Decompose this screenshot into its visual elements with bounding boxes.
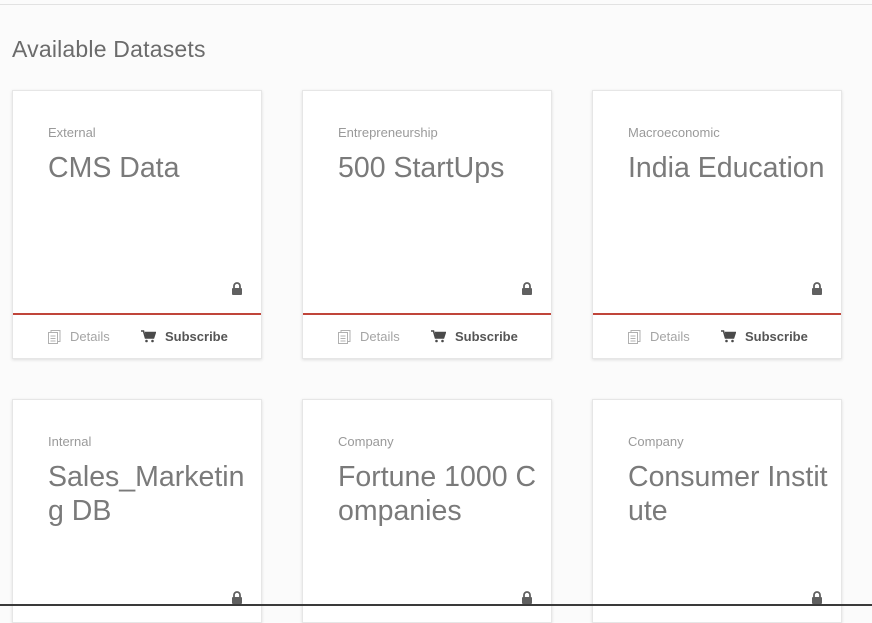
card-body[interactable]: Macroeconomic India Education (593, 91, 841, 313)
dataset-card-sales-marketing-db[interactable]: Internal Sales_Marketing DB (12, 399, 262, 623)
top-divider (0, 4, 872, 5)
lock-icon (522, 282, 532, 295)
details-label: Details (650, 329, 690, 344)
card-body[interactable]: Company Consumer Institute (593, 400, 841, 622)
card-title[interactable]: India Education (628, 151, 828, 185)
cart-icon (141, 330, 156, 343)
dataset-card-consumer-institute[interactable]: Company Consumer Institute (592, 399, 842, 623)
details-button[interactable]: Details (338, 329, 431, 344)
page-title: Available Datasets (12, 36, 206, 62)
lock-icon (232, 282, 242, 295)
card-footer: Details Subscribe (593, 315, 841, 358)
card-body[interactable]: Company Fortune 1000 Companies (303, 400, 551, 622)
cart-icon (721, 330, 736, 343)
card-category: Company (338, 434, 394, 449)
subscribe-button[interactable]: Subscribe (431, 329, 518, 344)
cart-icon (431, 330, 446, 343)
card-category: Entrepreneurship (338, 125, 438, 140)
lock-icon (812, 591, 822, 604)
details-button[interactable]: Details (48, 329, 141, 344)
card-title[interactable]: Consumer Institute (628, 460, 828, 528)
card-category: Internal (48, 434, 92, 449)
card-title[interactable]: Fortune 1000 Companies (338, 460, 538, 528)
dataset-card-india-education[interactable]: Macroeconomic India Education Details Su… (592, 90, 842, 359)
card-title[interactable]: Sales_Marketing DB (48, 460, 248, 528)
dataset-card-fortune-1000[interactable]: Company Fortune 1000 Companies (302, 399, 552, 623)
card-category: Macroeconomic (628, 125, 720, 140)
subscribe-label: Subscribe (745, 329, 808, 344)
subscribe-label: Subscribe (165, 329, 228, 344)
card-footer: Details Subscribe (303, 315, 551, 358)
subscribe-button[interactable]: Subscribe (141, 329, 228, 344)
details-label: Details (70, 329, 110, 344)
card-footer: Details Subscribe (13, 315, 261, 358)
card-body[interactable]: External CMS Data (13, 91, 261, 313)
document-icon (48, 329, 61, 344)
card-category: External (48, 125, 96, 140)
subscribe-label: Subscribe (455, 329, 518, 344)
dataset-card-500-startups[interactable]: Entrepreneurship 500 StartUps Details Su… (302, 90, 552, 359)
lock-icon (812, 282, 822, 295)
card-title[interactable]: CMS Data (48, 151, 248, 185)
details-label: Details (360, 329, 400, 344)
card-title[interactable]: 500 StartUps (338, 151, 538, 185)
subscribe-button[interactable]: Subscribe (721, 329, 808, 344)
details-button[interactable]: Details (628, 329, 721, 344)
lock-icon (522, 591, 532, 604)
card-category: Company (628, 434, 684, 449)
card-body[interactable]: Internal Sales_Marketing DB (13, 400, 261, 622)
document-icon (628, 329, 641, 344)
card-body[interactable]: Entrepreneurship 500 StartUps (303, 91, 551, 313)
lock-icon (232, 591, 242, 604)
document-icon (338, 329, 351, 344)
dataset-card-cms-data[interactable]: External CMS Data Details Subscribe (12, 90, 262, 359)
